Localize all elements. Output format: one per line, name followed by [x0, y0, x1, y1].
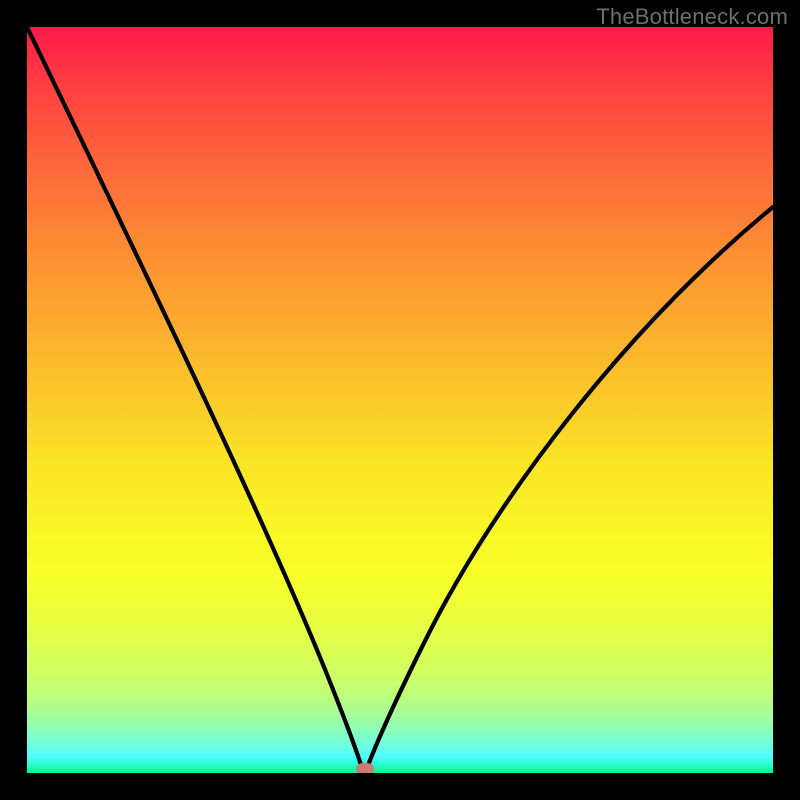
curve-path	[27, 27, 773, 768]
plot-area	[27, 27, 773, 773]
watermark-text: TheBottleneck.com	[596, 4, 788, 30]
bottleneck-curve	[27, 27, 773, 773]
optimal-point-marker	[356, 763, 374, 773]
chart-frame: TheBottleneck.com	[0, 0, 800, 800]
